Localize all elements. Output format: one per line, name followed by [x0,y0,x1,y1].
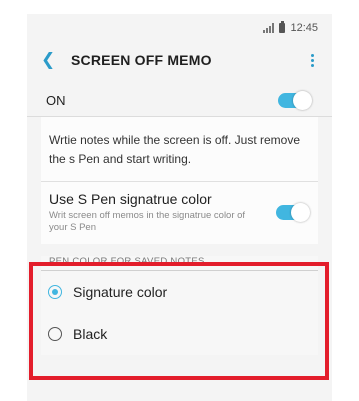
feature-description: Wrtie notes while the screen is off. Jus… [41,117,318,182]
phone-screen: 12:45 ❮ SCREEN OFF MEMO ON Wrtie notes w… [27,14,332,401]
master-switch-row[interactable]: ON [27,84,332,117]
master-switch-label: ON [46,92,66,108]
spen-color-toggle[interactable] [276,203,310,222]
battery-icon [279,21,286,33]
signal-icon [263,23,275,33]
settings-card: Wrtie notes while the screen is off. Jus… [41,117,318,244]
spen-color-title: Use S Pen signatrue color [49,191,212,207]
more-options-icon[interactable] [302,53,322,67]
radio-label: Signature color [73,284,168,300]
page-title: SCREEN OFF MEMO [71,52,212,68]
spen-color-subtitle: Writ screen off memos in the signatrue c… [49,210,246,233]
status-time: 12:45 [290,22,318,34]
back-arrow-icon[interactable]: ❮ [41,50,65,70]
radio-button[interactable] [48,327,62,341]
radio-label: Black [73,326,108,342]
app-bar: ❮ SCREEN OFF MEMO [27,42,332,78]
spen-color-row[interactable]: Use S Pen signatrue color Writ screen of… [41,182,318,244]
radio-option-signature-color[interactable]: Signature color [41,271,318,313]
master-toggle[interactable] [278,90,312,110]
radio-button-selected[interactable] [48,285,62,299]
status-bar: 12:45 [27,14,332,42]
pen-color-section: PEN COLOR FOR SAVED NOTES Signature colo… [41,256,318,355]
radio-option-black[interactable]: Black [41,313,318,355]
section-header: PEN COLOR FOR SAVED NOTES [49,256,205,267]
